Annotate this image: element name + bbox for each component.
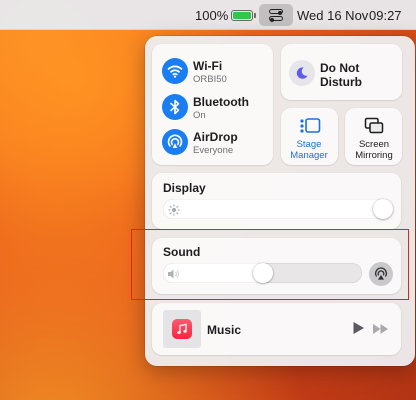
airplay-audio-icon[interactable] (369, 262, 393, 286)
album-art (163, 310, 201, 348)
brightness-slider-knob[interactable] (373, 199, 393, 219)
wifi-toggle[interactable]: Wi-Fi ORBI50 (162, 56, 272, 86)
bluetooth-toggle[interactable]: Bluetooth On (162, 92, 272, 122)
now-playing-title: Music (207, 323, 242, 337)
volume-slider-knob[interactable] (252, 263, 273, 283)
airdrop-toggle[interactable]: AirDrop Everyone (162, 127, 272, 157)
airdrop-visibility: Everyone (193, 145, 234, 156)
screen-mirroring-icon (364, 117, 384, 140)
battery-icon[interactable] (231, 10, 253, 21)
menubar-date[interactable]: Wed 16 Nov (297, 8, 368, 23)
bluetooth-status: On (193, 110, 206, 121)
stage-manager-icon (299, 117, 321, 140)
bluetooth-icon (162, 94, 188, 120)
sun-icon (168, 203, 180, 221)
wifi-icon (162, 58, 188, 84)
menubar-time[interactable]: 09:27 (369, 8, 402, 23)
do-not-disturb-label: Do Not Disturb (320, 61, 362, 89)
wifi-label: Wi-Fi (193, 59, 223, 73)
wifi-network-name: ORBI50 (193, 74, 227, 85)
brightness-slider-fill (163, 199, 393, 219)
menu-bar: 100% Wed 16 Nov 09:27 (0, 0, 416, 30)
battery-percentage: 100% (195, 8, 229, 23)
music-app-icon (172, 319, 192, 339)
airdrop-icon (162, 129, 188, 155)
volume-slider[interactable] (163, 263, 362, 283)
speaker-icon (167, 267, 180, 285)
stage-manager-label: Stage Manager (290, 139, 328, 161)
toggle-dot-bottom (270, 18, 274, 22)
sound-title: Sound (163, 245, 201, 259)
airdrop-label: AirDrop (193, 130, 238, 144)
display-title: Display (163, 181, 206, 195)
battery-cap (254, 13, 256, 18)
moon-icon[interactable] (289, 60, 315, 86)
toggle-dot-top (278, 11, 282, 15)
brightness-slider[interactable] (163, 199, 393, 219)
play-icon[interactable] (352, 321, 365, 340)
battery-level-fill (233, 12, 251, 19)
screen-mirroring-label: Screen Mirroring (355, 139, 393, 161)
bluetooth-label: Bluetooth (193, 95, 249, 109)
control-centre-icon[interactable] (259, 4, 293, 26)
next-track-icon[interactable] (372, 322, 390, 340)
